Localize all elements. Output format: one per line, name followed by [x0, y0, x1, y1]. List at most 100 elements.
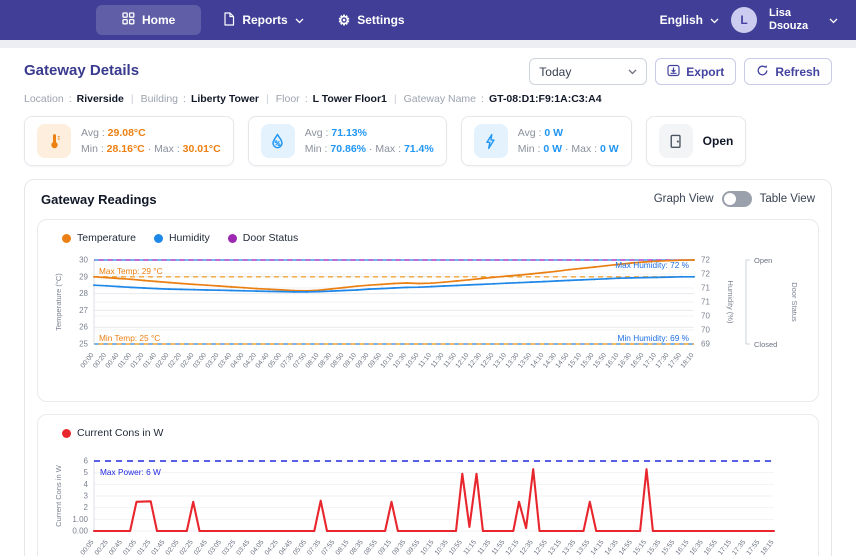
svg-text:72: 72: [701, 256, 710, 265]
svg-text:29: 29: [79, 272, 88, 281]
period-select[interactable]: Today: [529, 58, 647, 85]
svg-text:10:35: 10:35: [434, 539, 450, 556]
stat-values: Avg : 71.13%Min : 70.86% · Max : 71.4%: [305, 125, 434, 158]
stat-values: Avg : 29.08°CMin : 28.16°C · Max : 30.01…: [81, 125, 221, 158]
svg-text:14:55: 14:55: [618, 539, 634, 556]
svg-text:17:15: 17:15: [717, 539, 733, 556]
svg-text:01:25: 01:25: [136, 539, 152, 556]
breadcrumb-separator: |: [259, 93, 276, 105]
stat-card: Avg : 0 WMin : 0 W · Max : 0 W: [461, 116, 632, 166]
stat-card: Avg : 29.08°CMin : 28.16°C · Max : 30.01…: [24, 116, 234, 166]
breadcrumb-separator: |: [124, 93, 141, 105]
legend-item-humidity[interactable]: Humidity: [154, 232, 210, 244]
svg-text:10:15: 10:15: [420, 539, 436, 556]
svg-text:07:55: 07:55: [320, 539, 336, 556]
table-view-label: Table View: [760, 193, 815, 205]
breadcrumb-value: L Tower Floor1: [313, 93, 387, 105]
svg-text:02:45: 02:45: [193, 539, 209, 556]
view-toggle-switch[interactable]: [722, 191, 752, 207]
nav-item-reports[interactable]: Reports: [211, 5, 315, 36]
breadcrumb-label: Location: [24, 93, 64, 105]
chart-legend: Temperature Humidity Door Status: [62, 232, 812, 244]
svg-text:5: 5: [84, 468, 89, 477]
export-label: Export: [686, 65, 724, 79]
svg-text:14:15: 14:15: [590, 539, 606, 556]
svg-text:12:35: 12:35: [519, 539, 535, 556]
export-button[interactable]: Export: [655, 58, 736, 85]
svg-text:05:05: 05:05: [292, 539, 308, 556]
legend-item-current-cons-in-w[interactable]: Current Cons in W: [62, 427, 163, 439]
svg-text:18:10: 18:10: [680, 352, 696, 370]
stat-values: Avg : 0 WMin : 0 W · Max : 0 W: [518, 125, 619, 158]
svg-text:16:35: 16:35: [689, 539, 705, 556]
svg-text:03:05: 03:05: [207, 539, 223, 556]
breadcrumb-colon: :: [476, 93, 489, 105]
stat-cards: Avg : 29.08°CMin : 28.16°C · Max : 30.01…: [24, 116, 832, 166]
svg-text:15:55: 15:55: [660, 539, 676, 556]
nav-item-settings[interactable]: ⚙ Settings: [326, 6, 417, 34]
refresh-button[interactable]: Refresh: [744, 58, 832, 85]
svg-text:09:15: 09:15: [377, 539, 393, 556]
svg-text:1.00: 1.00: [72, 515, 88, 524]
language-select[interactable]: English: [660, 13, 719, 27]
current-consumption-chart: 654321.000.00Max Power: 6 WCurrent Cons …: [48, 447, 812, 556]
svg-text:69: 69: [701, 340, 710, 349]
svg-text:00:45: 00:45: [108, 539, 124, 556]
svg-text:12:15: 12:15: [505, 539, 521, 556]
humidity-icon: [261, 124, 295, 158]
svg-text:10:50: 10:50: [405, 352, 421, 370]
svg-text:17:55: 17:55: [745, 539, 761, 556]
svg-text:Max Power: 6 W: Max Power: 6 W: [100, 467, 161, 477]
svg-text:03:25: 03:25: [221, 539, 237, 556]
svg-text:71: 71: [701, 284, 710, 293]
svg-text:11:15: 11:15: [462, 539, 478, 556]
legend-item-door-status[interactable]: Door Status: [228, 232, 298, 244]
user-name: Lisa Dsouza: [769, 7, 817, 33]
graph-view-label: Graph View: [654, 193, 714, 205]
svg-text:15:35: 15:35: [646, 539, 662, 556]
export-icon: [667, 64, 680, 80]
svg-text:27: 27: [79, 306, 88, 315]
door-icon: [659, 124, 693, 158]
svg-text:08:35: 08:35: [349, 539, 365, 556]
svg-text:13:55: 13:55: [575, 539, 591, 556]
svg-text:28: 28: [79, 289, 88, 298]
svg-text:13:15: 13:15: [547, 539, 563, 556]
nav-item-home[interactable]: Home: [96, 5, 201, 35]
user-avatar[interactable]: L: [731, 7, 757, 33]
breadcrumb-colon: :: [64, 93, 77, 105]
svg-text:09:35: 09:35: [391, 539, 407, 556]
svg-text:Max Humidity: 72 %: Max Humidity: 72 %: [615, 260, 689, 270]
stat-values: Open: [703, 132, 734, 151]
legend-item-temperature[interactable]: Temperature: [62, 232, 136, 244]
svg-text:30: 30: [79, 256, 88, 265]
svg-text:Open: Open: [754, 256, 772, 265]
svg-text:Temperature (°C): Temperature (°C): [54, 273, 63, 331]
svg-text:08:55: 08:55: [363, 539, 379, 556]
period-select-value: Today: [539, 65, 571, 79]
refresh-label: Refresh: [775, 65, 820, 79]
document-icon: [223, 12, 235, 29]
gear-icon: ⚙: [338, 13, 351, 27]
svg-text:15:15: 15:15: [632, 539, 648, 556]
main-content: Gateway Details Today Export Refresh Loc…: [0, 48, 856, 556]
svg-text:72: 72: [701, 270, 710, 279]
svg-text:4: 4: [84, 480, 89, 489]
readings-title: Gateway Readings: [41, 192, 157, 207]
svg-text:0.00: 0.00: [72, 527, 88, 536]
svg-text:Min Humidity: 69 %: Min Humidity: 69 %: [618, 333, 690, 343]
gateway-readings-card: Gateway Readings Graph View Table View T…: [24, 179, 832, 556]
nav-home-label: Home: [142, 13, 175, 27]
svg-text:16:15: 16:15: [675, 539, 691, 556]
user-menu-chevron-icon[interactable]: [829, 13, 838, 27]
power-icon: [474, 124, 508, 158]
breadcrumb-separator: |: [387, 93, 404, 105]
svg-text:02:25: 02:25: [179, 539, 195, 556]
temperature-humidity-chart: 302928272625Max Temp: 29 °CMin Temp: 25 …: [48, 252, 812, 399]
svg-text:26: 26: [79, 323, 88, 332]
svg-text:Min Temp: 25 °C: Min Temp: 25 °C: [99, 333, 160, 343]
svg-text:01:45: 01:45: [150, 539, 166, 556]
svg-text:Humidity (%): Humidity (%): [726, 281, 735, 324]
svg-text:00:25: 00:25: [94, 539, 110, 556]
svg-text:70: 70: [701, 312, 710, 321]
